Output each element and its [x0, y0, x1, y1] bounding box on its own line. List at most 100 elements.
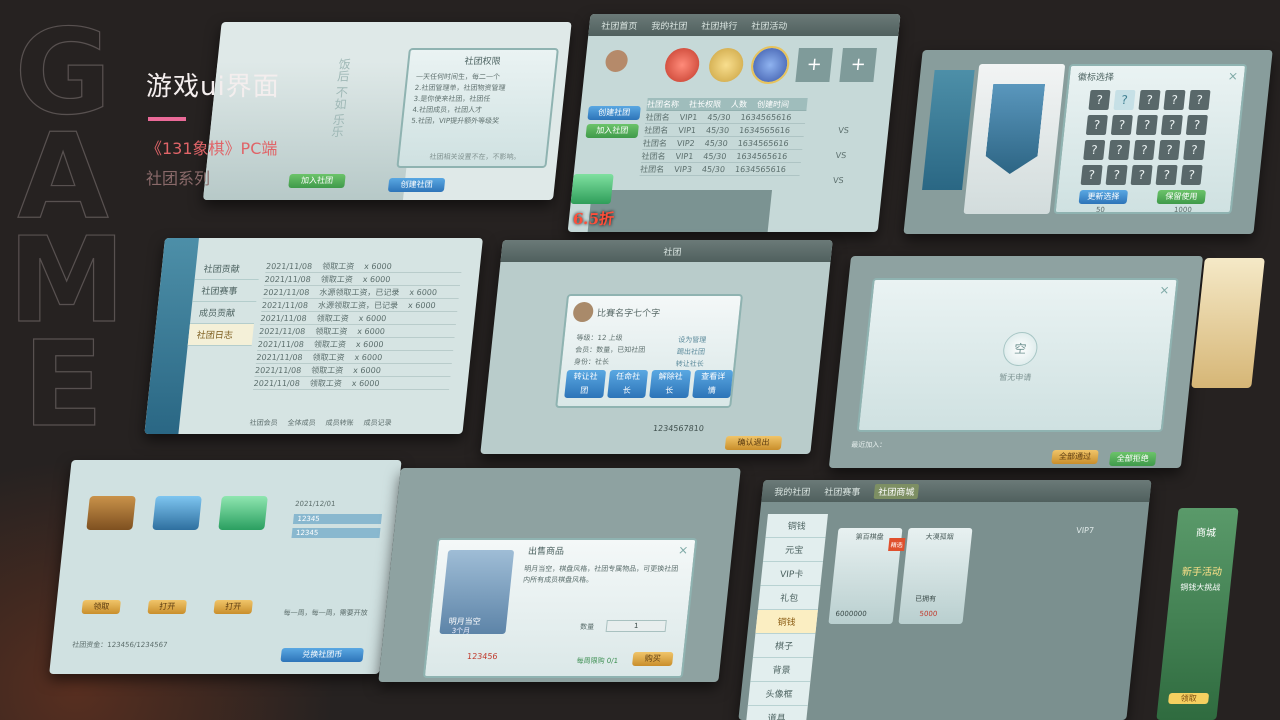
vs-label: VS — [837, 126, 850, 135]
cell: 社团名 — [639, 164, 665, 174]
shop-menu-item[interactable]: VIP卡 — [760, 562, 823, 586]
event: 水源领取工资，已记录 — [318, 287, 400, 297]
shop-menu-item[interactable]: 礼包 — [757, 586, 821, 610]
emblem-slot[interactable]: ? — [1163, 90, 1186, 110]
shop-menu-item[interactable]: 铜钱 — [755, 610, 818, 634]
emblem-slot[interactable]: ? — [1185, 115, 1208, 135]
emblem-slot[interactable]: ? — [1188, 90, 1211, 110]
action-button[interactable]: 任命社长 — [606, 370, 649, 398]
qty-stepper[interactable]: 1 — [605, 620, 667, 632]
table-row[interactable]: 社团名 VIP3 45/30 1634565616 — [639, 163, 801, 176]
emblem-slot[interactable]: ? — [1130, 165, 1153, 185]
side-tab[interactable]: 社团赛事 — [192, 280, 259, 302]
emblem-slot[interactable]: ? — [1085, 115, 1108, 135]
update-selection-button[interactable]: 更新选择 — [1078, 190, 1129, 204]
shop-tab[interactable]: 社团赛事 — [824, 485, 861, 498]
sale-ticket-icon[interactable] — [570, 174, 614, 204]
action-button[interactable]: 解除社长 — [649, 370, 691, 398]
emblem-slot[interactable]: ? — [1155, 165, 1178, 185]
emblem-grid: ? ? ? ? ? ? ? ? ? ? ? ? ? ? ? ? ? ? ? ? — [1080, 90, 1211, 185]
shop-menu-item[interactable]: 背景 — [750, 658, 813, 682]
chest-notice: 每一周，每一周，需要开放 — [283, 609, 368, 617]
record-row: 2021/11/08 领取工资 x 6000 — [257, 338, 455, 351]
topbar-item[interactable]: 社团首页 — [601, 19, 638, 32]
emblem-slot[interactable]: ? — [1105, 165, 1128, 185]
side-tab[interactable]: 成员贡献 — [189, 302, 257, 324]
shop-menu-item[interactable]: 棋子 — [752, 634, 816, 658]
emblem-slot[interactable]: ? — [1183, 140, 1206, 160]
keep-use-button[interactable]: 保留使用 — [1156, 190, 1207, 204]
side-tab[interactable]: 社团贡献 — [194, 258, 261, 280]
emblem-slot[interactable]: ? — [1113, 90, 1136, 110]
legend-item[interactable]: 成员记录 — [363, 418, 392, 428]
exchange-button[interactable]: 兑换社团币 — [280, 648, 364, 662]
chest-open-button[interactable]: 领取 — [81, 600, 121, 614]
emblem-slot[interactable]: ? — [1180, 165, 1203, 185]
promo-button[interactable]: 领取 — [1168, 693, 1210, 704]
close-icon[interactable]: × — [1227, 69, 1239, 83]
chest-footer: 社团资金：123456/1234567 — [71, 641, 168, 649]
side-tab[interactable]: 社团日志 — [187, 324, 254, 346]
legend-item[interactable]: 成员转账 — [325, 418, 354, 428]
table-row[interactable]: 社团名 VIP2 45/30 1634565616 — [642, 137, 804, 150]
record-row: 2021/11/08 领取工资 x 6000 — [265, 260, 463, 273]
table-row[interactable]: 社团名 VIP1 45/30 1634565616 — [643, 124, 805, 137]
action-button[interactable]: 查看详情 — [691, 370, 734, 398]
confirm-exit-button[interactable]: 确认退出 — [724, 436, 783, 450]
close-icon[interactable]: × — [1159, 283, 1171, 297]
chest-open-button[interactable]: 打开 — [213, 600, 253, 614]
option-item[interactable]: 转让社长 — [675, 358, 704, 370]
chest-icon[interactable] — [86, 496, 136, 530]
chest-open-button[interactable]: 打开 — [147, 600, 187, 614]
topbar-item[interactable]: 社团排行 — [701, 19, 738, 32]
cell: 45/30 — [704, 138, 729, 148]
legend-item[interactable]: 社团会员 — [249, 418, 278, 428]
shop-menu-item[interactable]: 道具 — [745, 706, 808, 720]
vs-label: VS — [832, 176, 845, 185]
shop-menu-item[interactable]: 元宝 — [762, 538, 826, 562]
emblem-slot[interactable]: ? — [1138, 90, 1161, 110]
emblem-slot[interactable]: ? — [1160, 115, 1183, 135]
close-icon[interactable]: × — [677, 543, 689, 557]
create-club-button[interactable]: 创建社团 — [387, 178, 446, 192]
emblem-slot[interactable]: ? — [1158, 140, 1181, 160]
emblem-slot[interactable]: ? — [1080, 165, 1103, 185]
emblem-slot[interactable]: ? — [1083, 140, 1106, 160]
promo-card[interactable] — [1191, 258, 1265, 388]
shop-card[interactable]: 第百棋盘 精选 6000000 — [828, 528, 906, 624]
emblem-slot[interactable]: ? — [1135, 115, 1158, 135]
add-slot-icon[interactable]: + — [839, 48, 877, 82]
option-item[interactable]: 设为管理 — [678, 334, 707, 346]
option-item[interactable]: 踢出社团 — [676, 346, 706, 358]
emblem-gold-icon[interactable] — [707, 48, 745, 82]
emblem-red-icon[interactable] — [663, 48, 701, 82]
emblem-slot[interactable]: ? — [1088, 90, 1111, 110]
table-row[interactable]: 社团名 VIP1 45/30 1634565616 — [644, 111, 807, 124]
table-row[interactable]: 社团名 VIP1 45/30 1634565616 — [640, 150, 803, 163]
shop-tab[interactable]: 社团商城 — [873, 483, 920, 499]
topbar-item[interactable]: 社团活动 — [751, 19, 788, 32]
emblem-blue-icon[interactable] — [749, 46, 792, 84]
join-club-button[interactable]: 加入社团 — [585, 124, 639, 138]
cell: 社团名 — [645, 112, 671, 122]
reject-all-button[interactable]: 全部拒绝 — [1109, 452, 1157, 466]
legend-item[interactable]: 全体成员 — [287, 418, 316, 428]
chest-icon[interactable] — [152, 496, 202, 530]
emblem-slot[interactable]: ? — [1133, 140, 1156, 160]
emblem-slot[interactable]: ? — [1110, 115, 1133, 135]
emblem-select-dialog: 徽标选择 × ? ? ? ? ? ? ? ? ? ? ? ? ? ? ? ? ?… — [1053, 64, 1248, 214]
create-club-button[interactable]: 创建社团 — [587, 106, 641, 120]
shop-card[interactable]: 大漠孤烟 已拥有 5000 — [898, 528, 973, 624]
approve-all-button[interactable]: 全部通过 — [1051, 450, 1099, 464]
shop-tab[interactable]: 我的社团 — [774, 485, 811, 498]
topbar-item[interactable]: 我的社团 — [651, 19, 688, 32]
promo-card[interactable]: 商城 新手活动 铜钱大挑战 领取 — [1156, 508, 1239, 720]
emblem-slot[interactable]: ? — [1108, 140, 1131, 160]
action-button[interactable]: 转让社团 — [564, 370, 606, 398]
buy-button[interactable]: 购买 — [632, 652, 674, 666]
chest-icon[interactable] — [218, 496, 268, 530]
shop-menu-item[interactable]: 头像框 — [747, 682, 811, 706]
cell: 1634565616 — [740, 112, 792, 122]
shop-menu-item[interactable]: 铜钱 — [765, 514, 828, 538]
add-slot-icon[interactable]: + — [795, 48, 833, 82]
